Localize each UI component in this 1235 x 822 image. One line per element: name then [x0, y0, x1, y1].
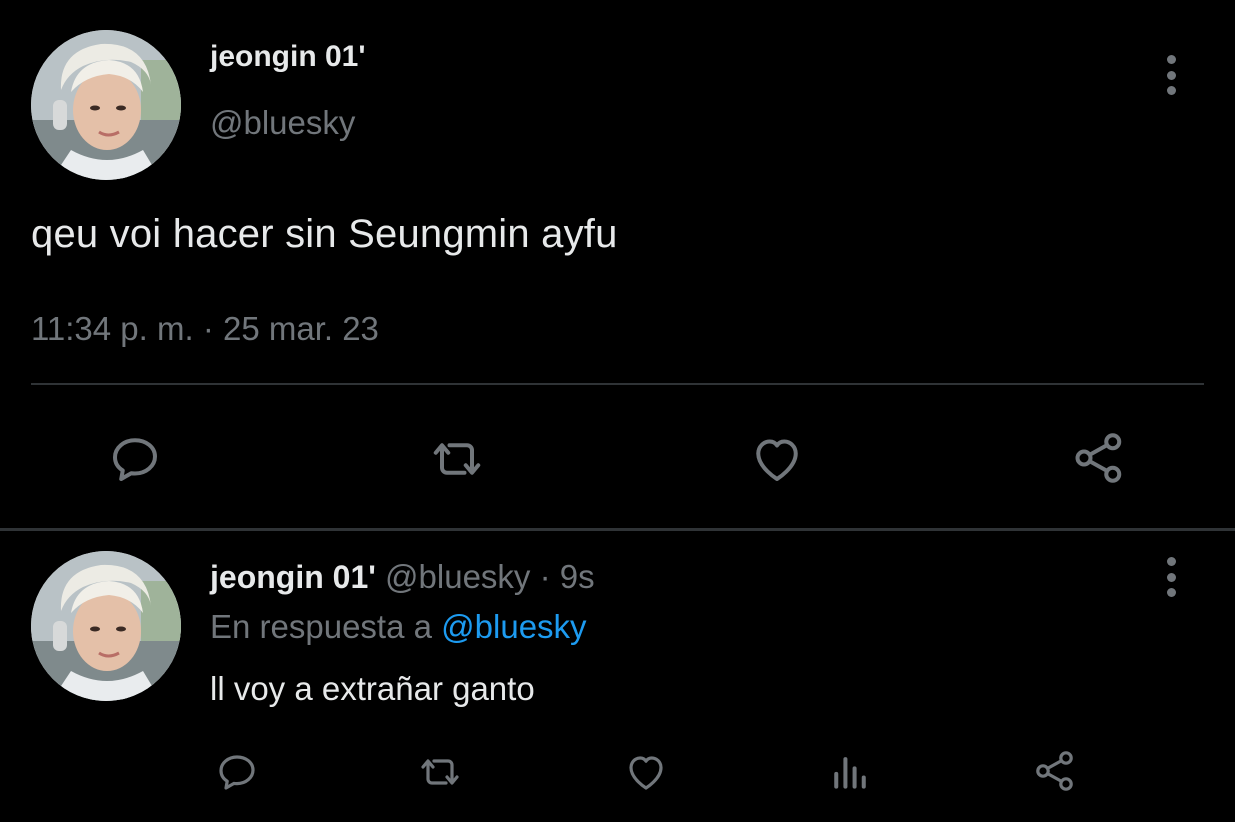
tweet-text: qeu voi hacer sin Seungmin ayfu [31, 212, 618, 256]
user-handle[interactable]: @bluesky [385, 558, 530, 595]
tweet-text: ll voy a extrañar ganto [210, 670, 535, 707]
tweet-timestamp[interactable]: 11:34 p. m. · 25 mar. 23 [31, 310, 379, 348]
reply-header: jeongin 01' @bluesky · 9s [210, 558, 595, 596]
display-name[interactable]: jeongin 01' [210, 40, 366, 74]
avatar[interactable] [31, 30, 181, 180]
more-options-icon[interactable] [1161, 55, 1181, 95]
reply-button[interactable] [104, 428, 166, 490]
retweet-icon [433, 443, 481, 475]
relative-time[interactable]: 9s [560, 558, 595, 595]
like-button[interactable] [621, 748, 671, 796]
separator: · [530, 558, 560, 595]
retweet-button[interactable] [412, 748, 468, 796]
reply-to-prefix: En respuesta a [210, 608, 442, 645]
reply-icon [219, 755, 255, 790]
section-divider [0, 528, 1235, 531]
display-name[interactable]: jeongin 01' [210, 559, 376, 595]
reply-icon [113, 438, 157, 481]
reply-to-mention-link[interactable]: @bluesky [441, 608, 586, 645]
share-icon [1036, 751, 1073, 791]
views-icon [834, 757, 866, 789]
like-icon [756, 439, 798, 481]
like-icon [629, 756, 663, 790]
share-icon [1075, 433, 1122, 483]
avatar[interactable] [31, 551, 181, 701]
divider [31, 383, 1204, 385]
user-handle[interactable]: @bluesky [210, 104, 355, 142]
like-button[interactable] [746, 428, 808, 490]
retweet-button[interactable] [424, 428, 490, 490]
views-button[interactable] [826, 748, 874, 796]
retweet-icon [421, 759, 459, 785]
share-button[interactable] [1068, 426, 1130, 490]
more-options-icon[interactable] [1161, 557, 1181, 597]
reply-button[interactable] [212, 748, 262, 796]
share-button[interactable] [1030, 746, 1080, 796]
reply-context: En respuesta a @bluesky [210, 608, 587, 646]
